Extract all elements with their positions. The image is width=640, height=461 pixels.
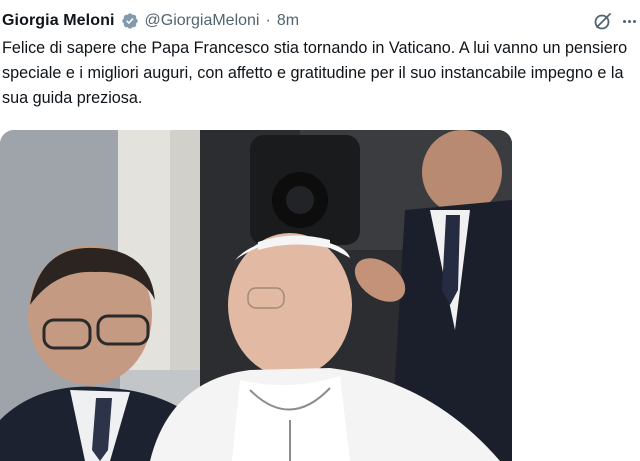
tweet-header: Giorgia Meloni @GiorgiaMeloni · 8m	[2, 8, 299, 34]
grok-icon[interactable]	[592, 10, 614, 32]
tweet-photo[interactable]	[0, 130, 512, 461]
separator-dot: ·	[265, 12, 271, 29]
author-handle[interactable]: @GiorgiaMeloni	[145, 12, 260, 30]
author-name[interactable]: Giorgia Meloni	[2, 12, 115, 30]
tweet-text: Felice di sapere che Papa Francesco stia…	[2, 39, 628, 107]
verified-badge-icon[interactable]	[121, 12, 139, 30]
photo-scene	[0, 130, 512, 461]
more-options-icon[interactable]	[620, 10, 638, 32]
tweet-timestamp[interactable]: 8m	[277, 12, 299, 30]
